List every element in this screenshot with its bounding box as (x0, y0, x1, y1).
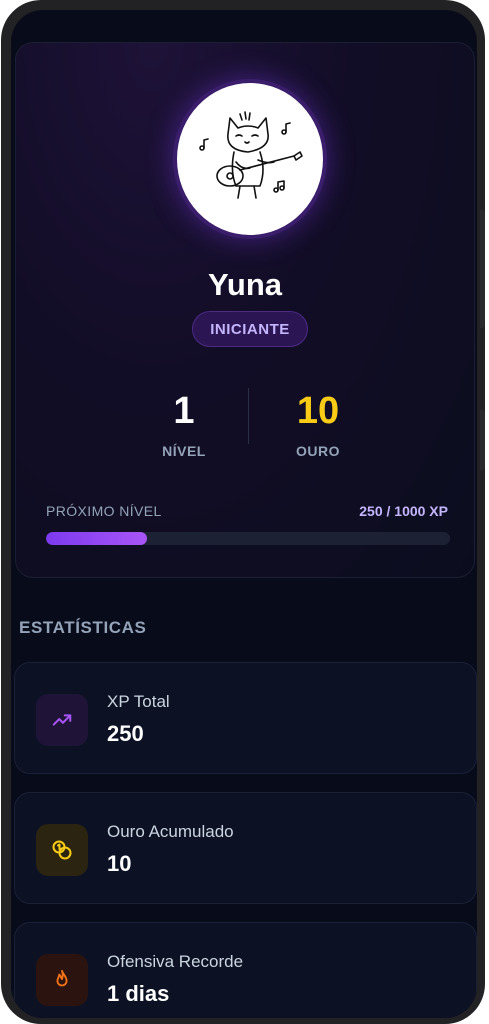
rank-badge: INICIANTE (192, 311, 308, 347)
xp-progress-bar (46, 532, 450, 545)
stat-divider (248, 388, 249, 444)
gold-stat: 10 OURO (286, 391, 350, 459)
trending-up-icon (36, 694, 88, 746)
stat-card-gold[interactable]: Ouro Acumulado 10 (14, 792, 477, 904)
flame-icon (36, 954, 88, 1006)
cat-guitar-drawing-icon (199, 111, 303, 199)
stat-card-label: XP Total (107, 692, 170, 711)
username: Yuna (207, 267, 283, 302)
avatar[interactable] (173, 79, 327, 239)
phone-frame: Yuna INICIANTE 1 NÍVEL 10 OURO PRÓXIMO N… (1, 0, 485, 1024)
stat-card-value: 250 (107, 721, 144, 746)
gold-value: 10 (296, 390, 340, 432)
coins-icon (36, 824, 88, 876)
xp-progress-fill (46, 532, 147, 545)
app-screen: Yuna INICIANTE 1 NÍVEL 10 OURO PRÓXIMO N… (11, 10, 477, 1018)
profile-card: Yuna INICIANTE 1 NÍVEL 10 OURO PRÓXIMO N… (15, 42, 475, 578)
stat-card-streak[interactable]: Ofensiva Recorde 1 dias (14, 922, 477, 1018)
level-label: NÍVEL (162, 443, 206, 459)
stats-section-title: ESTATÍSTICAS (19, 618, 147, 637)
stat-card-label: Ouro Acumulado (107, 822, 234, 841)
stat-card-label: Ofensiva Recorde (107, 952, 244, 971)
level-value: 1 (173, 390, 195, 432)
side-button-volume (480, 210, 485, 328)
stat-card-xp-total[interactable]: XP Total 250 (14, 662, 477, 774)
stat-card-value: 10 (107, 851, 132, 876)
stat-card-value: 1 dias (107, 981, 170, 1006)
side-button-power (480, 410, 485, 470)
level-stat: 1 NÍVEL (152, 391, 216, 459)
next-level-label: PRÓXIMO NÍVEL (46, 503, 162, 519)
gold-label: OURO (296, 443, 340, 459)
xp-progress-text: 250 / 1000 XP (359, 503, 448, 519)
